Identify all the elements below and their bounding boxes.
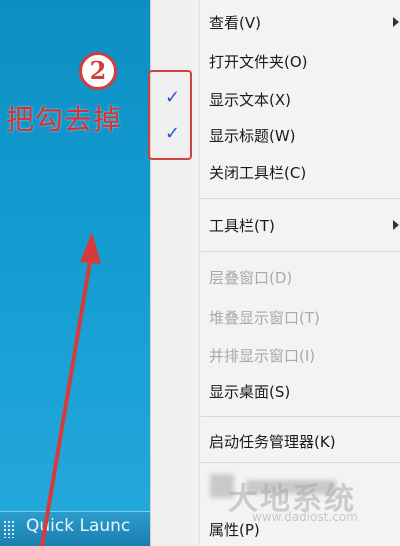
checkmark-highlight-frame: [148, 70, 192, 160]
step-number-badge: 2: [79, 52, 117, 90]
menu-item-toolbars[interactable]: 工具栏(T): [151, 210, 400, 240]
annotation-instruction: 把勾去掉: [6, 103, 123, 136]
submenu-arrow-icon: [393, 220, 399, 230]
menu-item-label: 打开文件夹(O): [209, 53, 308, 71]
menu-item-label: 并排显示窗口(I): [209, 347, 316, 365]
menu-item-view[interactable]: 查看(V): [151, 7, 400, 37]
menu-separator: [201, 251, 400, 252]
menu-item-label: 启动任务管理器(K): [209, 433, 336, 451]
annotation-arrow-icon: [40, 232, 101, 546]
menu-separator: [201, 198, 400, 199]
menu-item-side-by-side: 并排显示窗口(I): [151, 340, 400, 370]
menu-item-label: 显示标题(W): [209, 127, 296, 145]
menu-separator: [201, 416, 400, 417]
menu-item-label: 层叠窗口(D): [209, 269, 293, 287]
menu-item-stack-windows: 堆叠显示窗口(T): [151, 302, 400, 332]
menu-item-show-desktop[interactable]: 显示桌面(S): [151, 376, 400, 406]
menu-item-label: 工具栏(T): [209, 217, 275, 235]
submenu-arrow-icon: [393, 17, 399, 27]
menu-item-close-toolbar[interactable]: 关闭工具栏(C): [151, 157, 400, 187]
menu-item-label: 显示桌面(S): [209, 383, 291, 401]
menu-item-task-manager[interactable]: 启动任务管理器(K): [151, 426, 400, 456]
watermark-url: www.dadiost.com: [252, 510, 358, 524]
menu-item-label: 关闭工具栏(C): [209, 164, 307, 182]
menu-item-label: 查看(V): [209, 14, 261, 32]
menu-item-label: 显示文本(X): [209, 91, 291, 109]
menu-item-cascade-windows: 层叠窗口(D): [151, 262, 400, 292]
menu-item-label: 堆叠显示窗口(T): [209, 309, 320, 327]
menu-separator: [201, 462, 400, 463]
